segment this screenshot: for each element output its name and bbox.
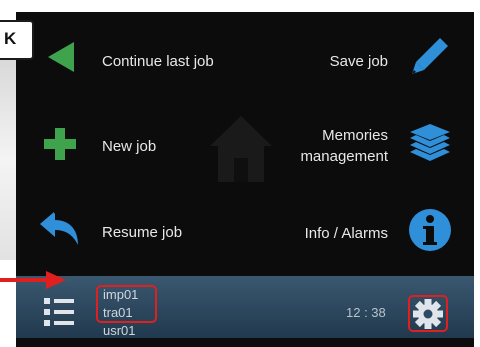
plus-icon[interactable] [42, 126, 78, 162]
user-line-3: usr01 [103, 323, 136, 338]
new-job-label[interactable]: New job [102, 137, 156, 156]
pencil-icon[interactable] [410, 36, 450, 76]
info-alarms-label[interactable]: Info / Alarms [288, 224, 388, 243]
home-icon [210, 116, 272, 182]
user-highlight-box [96, 285, 157, 323]
gear-highlight-box [408, 295, 448, 332]
memories-label-1[interactable]: Memories [288, 126, 388, 145]
list-icon[interactable] [42, 296, 76, 328]
red-arrow-icon [0, 271, 66, 289]
save-job-label[interactable]: Save job [318, 52, 388, 71]
triangle-left-icon[interactable] [44, 40, 78, 74]
callout-text: K [4, 29, 17, 48]
undo-arrow-icon[interactable] [38, 212, 80, 248]
background-strip [0, 60, 16, 260]
status-bar [16, 276, 474, 338]
memories-label-2[interactable]: management [278, 147, 388, 166]
info-icon[interactable] [408, 208, 452, 252]
clock-time: 12 : 38 [346, 305, 386, 320]
layers-icon[interactable] [408, 122, 452, 164]
continue-last-job-label[interactable]: Continue last job [102, 52, 214, 71]
resume-job-label[interactable]: Resume job [102, 223, 182, 242]
